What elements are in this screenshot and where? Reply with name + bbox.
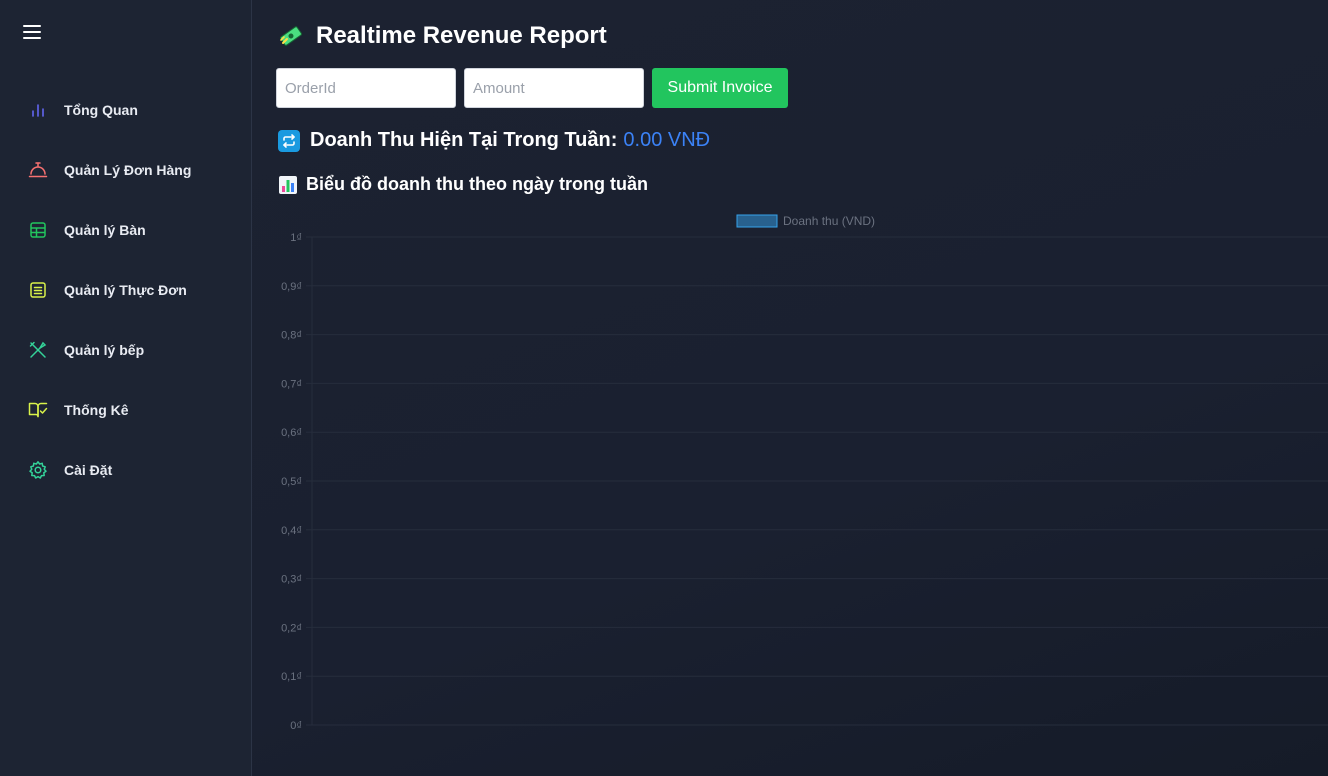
chart-icon — [278, 175, 298, 195]
y-tick-label: 0₫ — [290, 720, 302, 732]
weekly-revenue-value: 0.00 VNĐ — [623, 129, 711, 151]
amount-input[interactable] — [464, 68, 644, 108]
sidebar-item-label: Cài Đặt — [64, 462, 113, 478]
y-tick-label: 1₫ — [290, 232, 302, 244]
sidebar-item-quan-ly-thuc-don[interactable]: Quản lý Thực Đơn — [0, 260, 251, 320]
bar-chart-icon — [28, 100, 48, 120]
legend-swatch[interactable] — [736, 214, 778, 228]
book-check-icon — [28, 400, 48, 420]
submit-invoice-button[interactable]: Submit Invoice — [652, 68, 788, 108]
sidebar-item-label: Thống Kê — [64, 402, 129, 418]
sidebar-item-cai-dat[interactable]: Cài Đặt — [0, 440, 251, 500]
sidebar-item-tong-quan[interactable]: Tổng Quan — [0, 80, 251, 140]
chart-heading-text: Biểu đồ doanh thu theo ngày trong tuần — [306, 174, 648, 194]
sidebar-item-quan-ly-don-hang[interactable]: Quản Lý Đơn Hàng — [0, 140, 251, 200]
y-tick-label: 0,2₫ — [281, 622, 302, 634]
chart-heading: Biểu đồ doanh thu theo ngày trong tuần — [278, 174, 648, 195]
weekly-revenue-label: Doanh Thu Hiện Tại Trong Tuần: — [310, 129, 618, 151]
table-grid-icon — [28, 220, 48, 240]
sidebar-item-quan-ly-ban[interactable]: Quản lý Bàn — [0, 200, 251, 260]
service-bell-icon — [28, 160, 48, 180]
y-tick-label: 0,9₫ — [281, 281, 302, 293]
utensils-crossed-icon — [28, 340, 48, 360]
y-tick-label: 0,5₫ — [281, 476, 302, 488]
y-tick-label: 0,7₫ — [281, 378, 302, 390]
main-content: Realtime Revenue Report Submit Invoice D… — [252, 0, 1328, 776]
y-tick-label: 0,6₫ — [281, 427, 302, 439]
sidebar-item-quan-ly-bep[interactable]: Quản lý bếp — [0, 320, 251, 380]
sidebar-item-label: Quản Lý Đơn Hàng — [64, 162, 192, 178]
y-tick-label: 0,3₫ — [281, 574, 302, 586]
sidebar-item-label: Quản lý Bàn — [64, 222, 146, 238]
page-title-text: Realtime Revenue Report — [316, 22, 607, 49]
hamburger-icon[interactable] — [23, 25, 41, 39]
y-tick-label: 0,8₫ — [281, 330, 302, 342]
repeat-icon — [278, 129, 300, 152]
order-id-input[interactable] — [276, 68, 456, 108]
sidebar-item-label: Quản lý bếp — [64, 342, 145, 358]
page-title: Realtime Revenue Report — [278, 22, 607, 50]
gear-icon — [28, 460, 48, 480]
legend-label[interactable]: Doanh thu (VND) — [783, 214, 875, 228]
y-tick-label: 0,4₫ — [281, 525, 302, 537]
menu-list-icon — [28, 280, 48, 300]
y-tick-label: 0,1₫ — [281, 671, 302, 683]
sidebar-nav: Tổng Quan Quản Lý Đơn Hàng Quản lý Bàn Q… — [0, 80, 251, 500]
sidebar-item-thong-ke[interactable]: Thống Kê — [0, 380, 251, 440]
revenue-chart: 1₫ 0,9₫ 0,8₫ 0,7₫ 0,6₫ 0,5₫ 0,4₫ 0,3₫ 0,2₫ 0,1₫ 0₫… — [281, 214, 1328, 732]
invoice-form: Submit Invoice — [276, 68, 788, 108]
weekly-revenue: Doanh Thu Hiện Tại Trong Tuần: 0.00 VNĐ — [278, 129, 710, 152]
sidebar-item-label: Tổng Quan — [64, 102, 138, 118]
money-icon — [278, 23, 304, 49]
sidebar: Tổng Quan Quản Lý Đơn Hàng Quản lý Bàn Q… — [0, 0, 252, 776]
sidebar-item-label: Quản lý Thực Đơn — [64, 282, 187, 298]
